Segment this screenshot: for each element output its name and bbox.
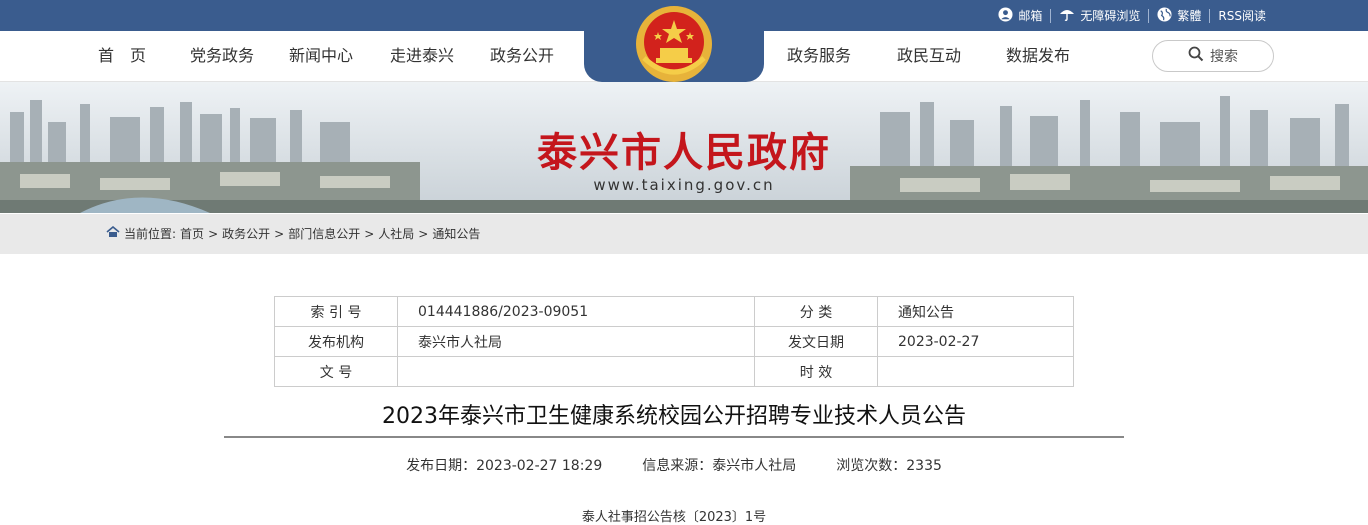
breadcrumb-separator: > (208, 227, 219, 241)
emblem-tab (584, 0, 764, 82)
umbrella-icon (1059, 6, 1075, 25)
date-value: 2023-02-27 (877, 326, 1074, 357)
top-links: 邮箱 无障碍浏览 繁體 RSS阅读 (990, 0, 1274, 31)
nav-news-center[interactable]: 新闻中心 (289, 31, 353, 81)
view-count: 浏览次数：2335 (836, 458, 942, 474)
breadcrumb-prefix: 当前位置: (124, 227, 177, 241)
nav-about-taixing[interactable]: 走进泰兴 (390, 31, 454, 81)
breadcrumb-notices[interactable]: 通知公告 (432, 214, 480, 254)
doc-number-value (397, 356, 755, 387)
document-meta-table: 索 引 号 014441886/2023-09051 分 类 通知公告 发布机构… (274, 296, 1074, 387)
breadcrumb-home[interactable]: 首页 (180, 214, 204, 254)
rss-link-label: RSS阅读 (1218, 9, 1266, 23)
national-emblem-icon[interactable] (632, 4, 716, 88)
nav-data-release[interactable]: 数据发布 (1006, 31, 1070, 81)
nav-citizen-interaction[interactable]: 政民互动 (897, 31, 961, 81)
index-value: 014441886/2023-09051 (397, 296, 755, 327)
publish-date: 发布日期：2023-02-27 18:29 (406, 458, 603, 474)
nav-government-disclosure[interactable]: 政务公开 (490, 31, 554, 81)
index-label: 索 引 号 (274, 296, 398, 327)
mail-link[interactable]: 邮箱 (990, 6, 1050, 25)
validity-value (877, 356, 1074, 387)
accessibility-link[interactable]: 无障碍浏览 (1051, 6, 1148, 25)
table-row: 文 号 时 效 (274, 356, 1074, 387)
site-banner: 泰兴市人民政府 www.taixing.gov.cn (0, 82, 1368, 213)
search-label: 搜索 (1210, 49, 1238, 65)
breadcrumb-hr-bureau[interactable]: 人社局 (378, 214, 414, 254)
search-button[interactable]: 搜索 (1152, 40, 1274, 72)
breadcrumb-bar: 当前位置: 首页 > 政务公开 > 部门信息公开 > 人社局 > 通知公告 (0, 214, 1368, 254)
article-title: 2023年泰兴市卫生健康系统校园公开招聘专业技术人员公告 (382, 404, 966, 429)
breadcrumb-separator: > (418, 227, 429, 241)
traditional-chinese-link-label: 繁體 (1177, 9, 1202, 23)
date-label: 发文日期 (754, 326, 878, 357)
breadcrumb: 当前位置: 首页 > 政务公开 > 部门信息公开 > 人社局 > 通知公告 (106, 214, 480, 254)
doc-number-label: 文 号 (274, 356, 398, 387)
nav-home[interactable]: 首 页 (98, 31, 146, 81)
info-source: 信息来源：泰兴市人社局 (642, 458, 797, 474)
breadcrumb-department-info[interactable]: 部门信息公开 (288, 214, 360, 254)
nav-government-services[interactable]: 政务服务 (787, 31, 851, 81)
title-divider (224, 436, 1124, 438)
breadcrumb-separator: > (364, 227, 375, 241)
table-row: 发布机构 泰兴市人社局 发文日期 2023-02-27 (274, 326, 1074, 357)
article-info: 发布日期：2023-02-27 18:29 信息来源：泰兴市人社局 浏览次数：233… (224, 455, 1124, 475)
nav-party-affairs[interactable]: 党务政务 (190, 31, 254, 81)
document-number: 泰人社事招公告核〔2023〕1号 (581, 510, 767, 525)
publisher-value: 泰兴市人社局 (397, 326, 755, 357)
category-label: 分 类 (754, 296, 878, 327)
search-icon (1188, 46, 1204, 66)
accessibility-link-label: 无障碍浏览 (1080, 9, 1141, 23)
breadcrumb-disclosure[interactable]: 政务公开 (222, 214, 270, 254)
breadcrumb-separator: > (274, 227, 285, 241)
validity-label: 时 效 (754, 356, 878, 387)
site-title: 泰兴市人民政府 (537, 129, 831, 176)
category-value: 通知公告 (877, 296, 1074, 327)
mail-link-label: 邮箱 (1018, 9, 1043, 23)
table-row: 索 引 号 014441886/2023-09051 分 类 通知公告 (274, 296, 1074, 327)
traditional-chinese-link[interactable]: 繁體 (1149, 6, 1209, 25)
publisher-label: 发布机构 (274, 326, 398, 357)
home-icon (106, 214, 120, 254)
globe-icon (1157, 6, 1172, 25)
rss-link[interactable]: RSS阅读 (1210, 7, 1274, 24)
site-url: www.taixing.gov.cn (593, 176, 775, 194)
user-icon (998, 6, 1013, 25)
